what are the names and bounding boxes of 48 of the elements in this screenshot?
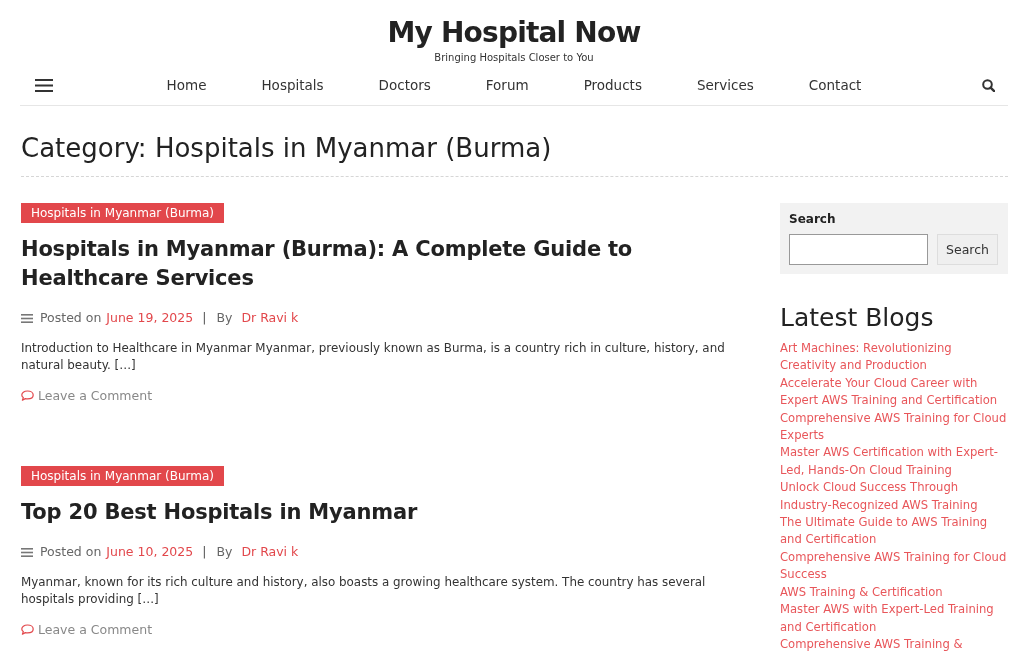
posted-label: Posted on — [40, 543, 102, 561]
blog-link[interactable]: Art Machines: Revolutionizing Creativity and Production — [780, 340, 1008, 375]
posted-label: Posted on — [40, 309, 102, 327]
list-icon — [21, 313, 33, 323]
post-title[interactable]: Top 20 Best Hospitals in Myanmar — [21, 498, 740, 527]
by-label: By — [216, 309, 233, 327]
meta-separator: | — [202, 309, 207, 327]
widget-heading: Latest Blogs — [780, 302, 935, 334]
blog-link[interactable]: Master AWS Certification with Expert-Led, Hands-On Cloud Training — [780, 444, 1008, 480]
search-label: Search — [789, 212, 837, 226]
blog-link[interactable]: The Ultimate Guide to AWS Training and Certification — [780, 514, 1008, 549]
nav-link[interactable]: Doctors — [378, 76, 431, 94]
category-tag[interactable]: Hospitals in Myanmar (Burma) — [21, 203, 224, 223]
blog-link[interactable]: Accelerate Your Cloud Career with Expert AWS Training and Certification — [780, 374, 1008, 410]
nav-link[interactable]: Contact — [808, 76, 862, 94]
category-tag[interactable]: Hospitals in Myanmar (Burma) — [21, 466, 224, 486]
speech-bubble-icon — [21, 624, 34, 635]
post-title[interactable]: Hospitals in Myanmar (Burma): A Complete Guide to Healthcare Services — [21, 235, 740, 293]
search-icon[interactable] — [982, 78, 995, 92]
comment-link[interactable]: Leave a Comment — [21, 386, 153, 405]
site-tagline: Bringing Hospitals Closer to You — [434, 51, 594, 65]
blog-link[interactable]: Master AWS with Expert-Led Training and Certification — [780, 601, 1008, 636]
post-date[interactable]: June 19, 2025 — [106, 309, 194, 327]
search-field[interactable] — [789, 234, 928, 265]
site-title[interactable]: My Hospital Now — [387, 15, 641, 51]
blog-link[interactable]: Unlock Cloud Success Through Industry-Recognized AWS Training — [780, 479, 1008, 515]
blog-link[interactable]: Comprehensive AWS Training & — [780, 635, 1008, 654]
post-excerpt: Introduction to Healthcare in Myanmar Myanmar, previously known as Burma, is a country rich in culture, history, and natural beauty. […] — [21, 339, 726, 374]
nav-link[interactable]: Services — [696, 76, 754, 94]
blog-link[interactable]: Comprehensive AWS Training for Cloud Success — [780, 548, 1008, 584]
post-date[interactable]: June 10, 2025 — [106, 543, 194, 561]
menu-icon[interactable] — [35, 78, 53, 92]
search-button[interactable]: Search — [937, 234, 998, 265]
blog-link[interactable]: Comprehensive AWS Training for Cloud Experts — [780, 409, 1008, 445]
nav-link[interactable]: Products — [583, 76, 642, 94]
author-link[interactable]: Dr Ravi k — [241, 543, 299, 561]
comment-link[interactable]: Leave a Comment — [21, 620, 153, 639]
nav-link[interactable]: Forum — [485, 76, 529, 94]
page-heading: Category: Hospitals in Myanmar (Burma) — [21, 130, 1008, 177]
post-excerpt: Myanmar, known for its rich culture and history, also boasts a growing healthcare system. The country has several hospitals providing […] — [21, 573, 707, 608]
by-label: By — [216, 543, 233, 561]
author-link[interactable]: Dr Ravi k — [241, 309, 299, 327]
list-icon — [21, 547, 33, 557]
speech-bubble-icon — [21, 390, 34, 401]
nav-link[interactable]: Home — [166, 76, 207, 94]
blog-link[interactable]: AWS Training & Certification — [780, 583, 1008, 602]
meta-separator: | — [202, 543, 207, 561]
nav-link[interactable]: Hospitals — [261, 76, 324, 94]
